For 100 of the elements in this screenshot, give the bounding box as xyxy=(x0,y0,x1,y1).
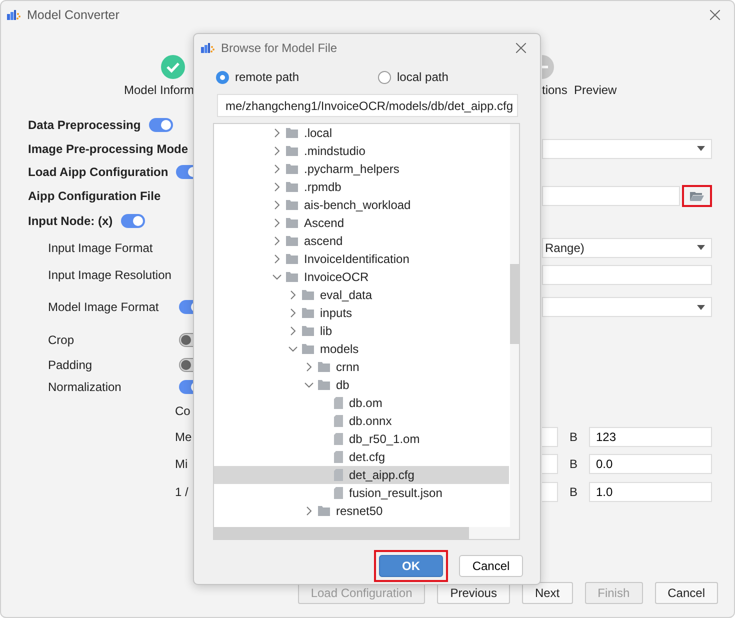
caret-icon xyxy=(697,146,705,151)
action-button[interactable]: Next xyxy=(522,582,573,604)
tree-item[interactable]: resnet50 xyxy=(214,502,509,520)
browse-button[interactable] xyxy=(682,185,712,207)
text-field[interactable] xyxy=(542,265,712,285)
chevron-down-icon[interactable] xyxy=(272,272,282,282)
folder-icon xyxy=(318,380,330,390)
number-field[interactable] xyxy=(542,482,558,502)
number-field[interactable] xyxy=(542,426,558,446)
tree-item[interactable]: db_r50_1.om xyxy=(214,430,509,448)
field-label: Me xyxy=(175,430,192,444)
field-label: Model Image Format xyxy=(48,300,159,314)
channel-label: B xyxy=(568,430,578,444)
tree-item[interactable]: ais-bench_workload xyxy=(214,196,509,214)
folder-icon xyxy=(302,326,314,336)
dialog-button[interactable]: OK xyxy=(379,555,443,577)
radio-button[interactable] xyxy=(216,70,229,84)
dialog-title: Browse for Model File xyxy=(221,41,338,55)
dialog-button[interactable]: Cancel xyxy=(459,555,523,577)
folder-icon xyxy=(286,272,298,282)
radio-option[interactable]: remote path xyxy=(216,70,378,84)
tree-item[interactable]: db.om xyxy=(214,394,509,412)
file-icon xyxy=(334,451,343,463)
action-button[interactable]: Cancel xyxy=(654,582,718,604)
tree-item[interactable]: db.onnx xyxy=(214,412,509,430)
tree-item[interactable]: InvoiceIdentification xyxy=(214,250,509,268)
folder-icon xyxy=(318,506,330,516)
tree-item[interactable]: det_aipp.cfg xyxy=(214,466,509,484)
tree-item[interactable]: inputs xyxy=(214,304,509,322)
check-circle-icon xyxy=(161,55,185,79)
scrollbar-thumb[interactable] xyxy=(214,527,469,539)
step-label: tions Preview xyxy=(542,83,617,97)
app-logo-icon xyxy=(201,43,215,53)
folder-icon xyxy=(286,182,298,192)
channel-label: B xyxy=(568,485,578,499)
field-label: Normalization xyxy=(48,380,122,394)
channel-label: B xyxy=(568,457,578,471)
tree-item[interactable]: det.cfg xyxy=(214,448,509,466)
field-label: Input Node: (x) xyxy=(28,214,113,228)
scrollbar-thumb[interactable] xyxy=(510,264,519,344)
tree-item[interactable]: eval_data xyxy=(214,286,509,304)
folder-icon xyxy=(286,128,298,138)
tree-item[interactable]: fusion_result.json xyxy=(214,484,509,502)
field-label: Image Pre-processing Mode xyxy=(28,142,188,156)
field-label: Load Aipp Configuration xyxy=(28,165,168,179)
file-icon xyxy=(334,433,343,445)
tree-item[interactable]: ascend xyxy=(214,232,509,250)
folder-icon xyxy=(302,308,314,318)
caret-icon xyxy=(697,304,705,310)
tree-item[interactable]: .rpmdb xyxy=(214,178,509,196)
step-label: Model Inform xyxy=(124,83,194,97)
field-label: Input Image Format xyxy=(48,240,153,254)
number-field[interactable]: 0.0 xyxy=(589,454,712,474)
field-label: Input Image Resolution xyxy=(48,268,172,282)
folder-icon xyxy=(318,362,330,372)
chevron-right-icon[interactable] xyxy=(304,506,314,516)
chevron-down-icon[interactable] xyxy=(304,380,314,390)
field-label: Aipp Configuration File xyxy=(28,189,161,203)
field-label: Padding xyxy=(48,358,92,372)
path-field[interactable]: me/zhangcheng1/InvoiceOCR/models/db/det_aipp.cfg xyxy=(217,94,518,117)
caret-icon xyxy=(697,245,705,250)
folder-icon xyxy=(286,254,298,264)
toggle-switch[interactable] xyxy=(176,165,194,179)
field-label: Mi xyxy=(175,457,188,471)
tree-item[interactable]: db xyxy=(214,376,509,394)
field-label: Data Preprocessing xyxy=(28,118,141,132)
tree-item[interactable]: .pycharm_helpers xyxy=(214,160,509,178)
dropdown[interactable]: Range) xyxy=(542,238,712,258)
file-path-field[interactable] xyxy=(542,186,680,206)
close-icon[interactable] xyxy=(708,8,722,22)
file-icon xyxy=(334,397,343,409)
folder-icon xyxy=(302,290,314,300)
number-field[interactable] xyxy=(542,454,558,474)
folder-icon xyxy=(286,236,298,246)
tree-item[interactable]: models xyxy=(214,340,509,358)
toggle-switch[interactable] xyxy=(120,214,145,228)
close-icon[interactable] xyxy=(514,41,528,55)
folder-icon xyxy=(302,344,314,354)
folder-icon xyxy=(286,200,298,210)
field-label: Crop xyxy=(48,332,74,346)
chevron-right-icon[interactable] xyxy=(304,362,314,372)
tree-item[interactable]: lib xyxy=(214,322,509,340)
file-icon xyxy=(334,415,343,427)
folder-icon xyxy=(286,218,298,228)
tree-item[interactable]: .local xyxy=(214,124,509,142)
chevron-down-icon[interactable] xyxy=(288,344,298,354)
tree-item[interactable]: .mindstudio xyxy=(214,142,509,160)
number-field[interactable]: 1.0 xyxy=(589,482,712,502)
number-field[interactable]: 123 xyxy=(589,426,712,446)
folder-icon xyxy=(690,191,704,201)
tree-item[interactable]: Ascend xyxy=(214,214,509,232)
tree-item[interactable]: crnn xyxy=(214,358,509,376)
field-label: Co xyxy=(175,404,190,418)
radio-button[interactable] xyxy=(378,70,391,84)
toggle-switch[interactable] xyxy=(148,118,173,132)
tree-item[interactable]: InvoiceOCR xyxy=(214,268,509,286)
folder-icon xyxy=(286,146,298,156)
radio-option[interactable]: local path xyxy=(378,70,540,84)
window-title: Model Converter xyxy=(27,8,120,22)
field-label: 1 / xyxy=(175,485,188,499)
